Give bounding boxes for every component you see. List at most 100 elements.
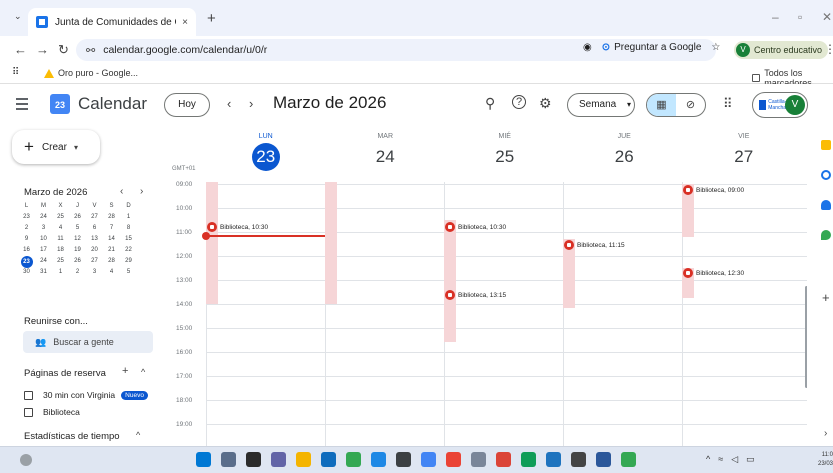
forward-icon[interactable]: → <box>36 42 49 57</box>
eye-icon[interactable]: ◉ <box>583 42 592 53</box>
mini-calendar-day[interactable]: 20 <box>86 245 103 256</box>
mini-calendar-day[interactable]: 28 <box>103 212 120 223</box>
mini-calendar-day[interactable]: 14 <box>103 234 120 245</box>
restore-icon[interactable]: ▫ <box>798 10 802 24</box>
mini-calendar-day[interactable]: 25 <box>52 256 69 267</box>
clock[interactable]: 11:0 23/03 <box>811 451 833 469</box>
mini-calendar-day[interactable]: 17 <box>35 245 52 256</box>
mini-calendar-day[interactable]: 22 <box>120 245 137 256</box>
tasks-icon[interactable] <box>821 170 831 180</box>
mini-calendar-day[interactable]: 15 <box>120 234 137 245</box>
today-button[interactable]: Hoy <box>164 93 210 117</box>
mini-calendar-day[interactable]: 28 <box>103 256 120 267</box>
contacts-icon[interactable] <box>821 200 831 210</box>
mini-calendar-day[interactable]: 2 <box>69 267 86 278</box>
help-icon[interactable]: ? <box>512 95 526 109</box>
mini-calendar-day[interactable]: 21 <box>103 245 120 256</box>
day-number[interactable]: 26 <box>610 143 638 171</box>
tab-close-icon[interactable]: × <box>182 17 188 28</box>
mini-calendar-day[interactable]: 1 <box>52 267 69 278</box>
new-tab-button[interactable]: + <box>207 10 216 27</box>
mini-calendar-day[interactable]: 3 <box>86 267 103 278</box>
day-number[interactable]: 27 <box>730 143 758 171</box>
mini-calendar-day[interactable]: 1 <box>120 212 137 223</box>
minimize-icon[interactable]: – <box>772 10 779 24</box>
mini-prev-icon[interactable]: ‹ <box>120 186 123 197</box>
chrome-icon[interactable] <box>496 452 511 467</box>
profile-chip[interactable]: V Centro educativo <box>734 41 829 59</box>
chatgpt-icon[interactable] <box>571 452 586 467</box>
mini-calendar-day[interactable]: 12 <box>69 234 86 245</box>
mini-calendar-day[interactable]: 6 <box>86 223 103 234</box>
apps-grid-icon[interactable]: ⠿ <box>12 67 19 78</box>
file-explorer-icon[interactable] <box>296 452 311 467</box>
mini-calendar-day[interactable]: 24 <box>35 256 52 267</box>
search-icon[interactable] <box>221 452 236 467</box>
mini-calendar-day[interactable]: 13 <box>86 234 103 245</box>
bookmark-star-icon[interactable]: ☆ <box>711 42 720 53</box>
app-icon[interactable] <box>446 452 461 467</box>
app-icon[interactable] <box>371 452 386 467</box>
calendar-event[interactable]: Biblioteca, 09:00 <box>683 185 744 195</box>
mini-calendar-day[interactable]: 16 <box>18 245 35 256</box>
calendar-event[interactable]: Biblioteca, 10:30 <box>207 222 268 232</box>
mini-calendar-day[interactable]: 27 <box>86 212 103 223</box>
search-people-input[interactable]: 👥 Buscar a gente <box>23 331 153 353</box>
battery-icon[interactable]: ▭ <box>746 454 755 465</box>
app-icon[interactable] <box>396 452 411 467</box>
mini-calendar-day[interactable]: 3 <box>35 223 52 234</box>
booking-add-icon[interactable]: + <box>122 365 128 377</box>
word-icon[interactable] <box>596 452 611 467</box>
collapse-panel-icon[interactable]: › <box>824 428 827 439</box>
booking-availability-block[interactable] <box>325 182 337 304</box>
weather-icon[interactable] <box>20 454 32 466</box>
reload-icon[interactable]: ↻ <box>58 42 69 58</box>
mini-calendar-day[interactable]: 26 <box>69 212 86 223</box>
store-icon[interactable] <box>321 452 336 467</box>
edge-icon[interactable] <box>346 452 361 467</box>
start-icon[interactable] <box>196 452 211 467</box>
keep-icon[interactable] <box>821 140 831 150</box>
day-header-tue[interactable]: MAR 24 <box>326 126 446 182</box>
chevron-up-icon[interactable]: ^ <box>136 430 140 440</box>
ask-google-button[interactable]: ⊙ Preguntar a Google <box>602 42 702 53</box>
app-icon[interactable] <box>521 452 536 467</box>
mini-calendar-day[interactable]: 30 <box>18 267 35 278</box>
mini-calendar-day[interactable]: 5 <box>69 223 86 234</box>
mini-calendar-day[interactable]: 18 <box>52 245 69 256</box>
mini-calendar-day[interactable]: 4 <box>103 267 120 278</box>
mini-calendar-day[interactable]: 19 <box>69 245 86 256</box>
main-menu-icon[interactable] <box>16 98 28 113</box>
day-header-thu[interactable]: JUE 26 <box>565 126 685 182</box>
search-icon[interactable]: ⚲ <box>485 95 495 112</box>
app-icon[interactable] <box>471 452 486 467</box>
bookmark-item[interactable]: Oro puro - Google... <box>44 68 138 78</box>
prev-week-button[interactable]: ‹ <box>227 96 231 111</box>
account-chip[interactable]: Castilla-La Mancha V <box>752 92 808 118</box>
browser-tab[interactable]: Junta de Comunidades de Casti × <box>28 8 196 36</box>
mini-calendar-day[interactable]: 26 <box>69 256 86 267</box>
site-info-icon[interactable]: ⚯ <box>86 44 95 57</box>
mini-calendar-day[interactable]: 24 <box>35 212 52 223</box>
mini-calendar-day[interactable]: 25 <box>52 212 69 223</box>
mini-calendar-day[interactable]: 31 <box>35 267 52 278</box>
view-select[interactable]: Semana ▾ <box>567 93 635 117</box>
mini-calendar-day[interactable]: 10 <box>35 234 52 245</box>
mini-calendar-day[interactable]: 2 <box>18 223 35 234</box>
calendar-event[interactable]: Biblioteca, 11:15 <box>564 240 625 250</box>
booking-item[interactable]: Biblioteca <box>24 407 80 417</box>
tab-search-icon[interactable]: ⌄ <box>14 11 22 22</box>
app-icon[interactable] <box>546 452 561 467</box>
calendar-event[interactable]: Biblioteca, 13:15 <box>445 290 506 300</box>
day-header-fri[interactable]: VIE 27 <box>684 126 804 182</box>
day-number[interactable]: 23 <box>251 143 280 171</box>
mini-calendar-day[interactable]: 4 <box>52 223 69 234</box>
window-close-icon[interactable]: ✕ <box>822 10 832 24</box>
day-number[interactable]: 24 <box>371 143 399 171</box>
calendar-view-icon[interactable]: ▦ <box>647 94 676 116</box>
browser-menu-icon[interactable]: ⋮ <box>824 42 833 56</box>
day-header-mon[interactable]: LUN 23 <box>206 126 326 182</box>
wifi-icon[interactable]: ≈ <box>718 454 723 465</box>
settings-gear-icon[interactable]: ⚙ <box>539 95 552 112</box>
create-button[interactable]: + Crear ▾ <box>12 130 100 164</box>
